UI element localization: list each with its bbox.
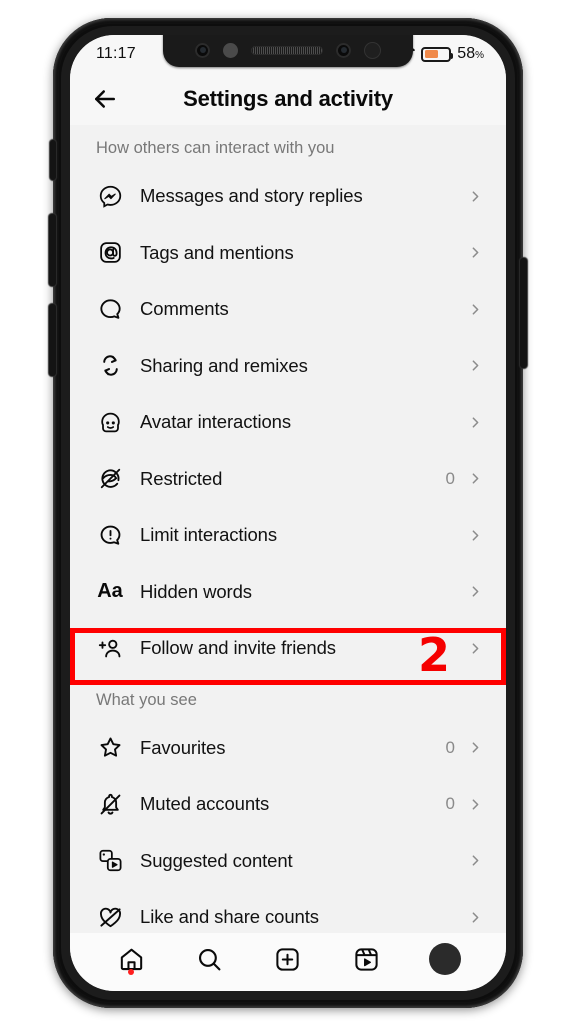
list-item-suggested-content[interactable]: Suggested content	[70, 833, 506, 890]
sensor-lens-icon	[364, 41, 381, 59]
suggested-media-icon	[96, 847, 124, 875]
add-person-icon	[96, 634, 124, 662]
avatar-face-icon	[96, 408, 124, 436]
text-aa-icon: Aa	[97, 580, 123, 603]
list-item-label: Avatar interactions	[140, 411, 291, 433]
section-header-what-you-see: What you see	[96, 690, 197, 709]
chevron-right-icon	[472, 304, 479, 315]
list-item-label: Sharing and remixes	[140, 354, 308, 376]
chevron-right-icon	[472, 360, 479, 371]
list-item-value: 0	[445, 468, 455, 488]
chevron-right-icon	[472, 643, 479, 654]
silent-switch-button[interactable]	[50, 140, 56, 180]
list-item-label: Restricted	[140, 467, 223, 489]
proximity-sensor-icon	[223, 42, 238, 58]
chevron-right-icon	[472, 742, 479, 753]
battery-fill	[424, 50, 439, 58]
chevron-right-icon	[472, 855, 479, 866]
at-mention-icon	[96, 239, 124, 267]
profile-avatar-icon	[428, 943, 461, 975]
list-item-label: Hidden words	[140, 580, 252, 602]
list-item-value: 0	[445, 794, 455, 814]
list-item-avatar-interactions[interactable]: Avatar interactions	[70, 394, 506, 451]
list-item-muted-accounts[interactable]: Muted accounts 0	[70, 776, 506, 833]
messenger-icon	[96, 182, 124, 210]
list-item-label: Tags and mentions	[140, 241, 294, 263]
list-item-label: Favourites	[140, 736, 226, 758]
chevron-right-icon	[472, 191, 479, 202]
nav-create-post-button[interactable]	[270, 941, 306, 977]
volume-up-button[interactable]	[49, 214, 56, 286]
muted-bell-icon	[96, 790, 124, 818]
chevron-right-icon	[472, 473, 479, 484]
nav-home-button[interactable]	[113, 941, 149, 977]
back-arrow-icon[interactable]	[90, 84, 120, 114]
list-item-value: 0	[445, 737, 455, 757]
hidden-heart-icon	[96, 903, 124, 931]
nav-search-button[interactable]	[192, 941, 228, 977]
list-item-favourites[interactable]: Favourites 0	[70, 720, 506, 777]
secondary-camera-icon	[336, 42, 351, 58]
volume-down-button[interactable]	[49, 304, 56, 376]
chevron-right-icon	[472, 799, 479, 810]
list-item-label: Suggested content	[140, 849, 293, 871]
reels-icon	[355, 947, 378, 971]
list-item-comments[interactable]: Comments	[70, 281, 506, 338]
remix-icon	[96, 352, 124, 380]
list-item-label: Muted accounts	[140, 793, 270, 815]
page-title: Settings and activity	[183, 86, 393, 111]
list-item-sharing-remixes[interactable]: Sharing and remixes	[70, 338, 506, 395]
chevron-right-icon	[472, 530, 479, 541]
list-item-label: Messages and story replies	[140, 185, 363, 207]
list-item-messages[interactable]: Messages and story replies	[70, 168, 506, 225]
earpiece-speaker	[251, 45, 323, 55]
chevron-right-icon	[472, 586, 479, 597]
list-item-label: Comments	[140, 298, 229, 320]
chevron-right-icon	[472, 247, 479, 258]
status-bar: 11:17 58%	[70, 35, 506, 73]
restricted-icon	[96, 465, 124, 493]
battery-icon	[421, 46, 454, 62]
star-icon	[96, 734, 124, 762]
chevron-right-icon	[472, 912, 479, 923]
percent-symbol: %	[475, 50, 484, 61]
list-item-hidden-words[interactable]: Aa Hidden words	[70, 564, 506, 621]
status-time: 11:17	[96, 45, 136, 62]
annotation-step-number: 2	[417, 628, 450, 682]
list-item-tags-mentions[interactable]: Tags and mentions	[70, 225, 506, 282]
list-item-restricted[interactable]: Restricted 0	[70, 451, 506, 508]
list-item-limit-interactions[interactable]: Limit interactions	[70, 507, 506, 564]
comment-icon	[96, 295, 124, 323]
battery-percent: 58%	[457, 45, 484, 63]
power-button[interactable]	[520, 258, 527, 368]
list-item-label: Limit interactions	[140, 524, 278, 546]
list-item-label: Like and share counts	[140, 906, 319, 928]
search-icon	[199, 948, 221, 970]
settings-list[interactable]: How others can interact with you Message…	[70, 125, 506, 933]
add-post-icon	[276, 947, 300, 971]
front-camera-icon	[195, 42, 210, 58]
nav-profile-button[interactable]	[427, 941, 463, 977]
section-header-interact: How others can interact with you	[96, 139, 335, 157]
list-item-label: Follow and invite friends	[140, 637, 336, 659]
limit-icon	[96, 521, 124, 549]
battery-percent-value: 58	[457, 45, 476, 62]
bottom-navigation-bar	[70, 933, 506, 991]
chevron-right-icon	[472, 417, 479, 428]
phone-frame: 11:17 58% Settings and activity How othe…	[49, 18, 527, 1008]
notification-badge-dot	[128, 969, 135, 975]
list-item-like-share-counts[interactable]: Like and share counts	[70, 889, 506, 933]
phone-screen: 11:17 58% Settings and activity How othe…	[70, 35, 506, 991]
app-header: Settings and activity	[70, 73, 506, 125]
phone-notch	[163, 35, 413, 67]
nav-reels-button[interactable]	[348, 941, 384, 977]
